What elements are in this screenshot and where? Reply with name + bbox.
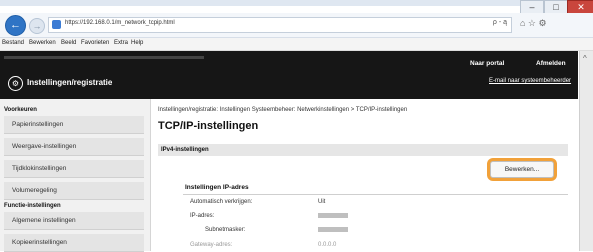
window-titlebar — [0, 0, 593, 6]
portal-link[interactable]: Naar portal — [470, 60, 504, 67]
minimize-button[interactable]: – — [520, 0, 544, 14]
sidebar-item-display[interactable]: Weergave-instellingen — [4, 138, 144, 156]
minimize-icon: – — [529, 2, 535, 12]
main-content: Instellingen/registratie: Instellingen S… — [158, 99, 576, 251]
menu-extra[interactable]: Extra — [114, 40, 128, 46]
sidebar-item-label: Volumeregeling — [12, 187, 57, 194]
menu-bar: Bestand Bewerken Beeld Favorieten Extra … — [0, 38, 593, 51]
row-label: Subnetmasker: — [205, 227, 246, 233]
sidebar-section-preferences: Voorkeuren — [4, 107, 37, 113]
scroll-up-icon[interactable]: ^ — [583, 54, 587, 63]
vertical-scrollbar[interactable]: ^ — [579, 51, 593, 251]
sidebar-item-general[interactable]: Algemene instellingen — [4, 212, 144, 230]
menu-favorieten[interactable]: Favorieten — [81, 40, 109, 46]
forward-button[interactable]: → — [29, 18, 45, 34]
section-header: IPv4-instellingen — [158, 144, 568, 156]
close-button[interactable]: ✕ — [567, 0, 593, 14]
subsection-title: Instellingen IP-adres — [185, 184, 249, 191]
row-value: Uit — [318, 199, 326, 205]
back-button[interactable]: ← — [5, 15, 26, 36]
sidebar: Voorkeuren Papierinstellingen Weergave-i… — [0, 99, 151, 252]
search-refresh-icons[interactable]: ρ - ą — [493, 19, 507, 26]
redacted-value — [318, 213, 348, 218]
sidebar-item-volume[interactable]: Volumeregeling — [4, 182, 144, 200]
menu-help[interactable]: Help — [131, 40, 143, 46]
section-title: IPv4-instellingen — [161, 147, 209, 153]
back-arrow-icon: ← — [10, 19, 21, 31]
edit-button[interactable]: Bewerken... — [490, 161, 554, 178]
page-title: TCP/IP-instellingen — [158, 120, 259, 132]
browser-navbar: ← → https://192.168.0.1/m_network_tcpip.… — [0, 13, 593, 38]
row-value: 0.0.0.0 — [318, 242, 337, 248]
app-header: ⚙ Instellingen/registratie Naar portal A… — [0, 51, 578, 99]
address-bar[interactable]: https://192.168.0.1/m_network_tcpip.html… — [48, 17, 512, 33]
row-label: Automatisch verkrijgen: — [190, 199, 253, 205]
email-admin-link[interactable]: E-mail naar systeembeheerder — [489, 78, 571, 84]
page-icon — [52, 20, 61, 29]
sidebar-item-paper[interactable]: Papierinstellingen — [4, 116, 144, 134]
menu-beeld[interactable]: Beeld — [61, 40, 76, 46]
menu-bestand[interactable]: Bestand — [2, 40, 24, 46]
close-icon: ✕ — [577, 2, 585, 12]
header-title: Instellingen/registratie — [27, 78, 113, 87]
sidebar-item-label: Kopieerinstellingen — [12, 239, 67, 246]
address-text: https://192.168.0.1/m_network_tcpip.html — [65, 20, 175, 26]
settings-icon: ⚙ — [8, 76, 23, 91]
maximize-button[interactable]: □ — [544, 0, 568, 14]
sidebar-item-label: Tijdklokinstellingen — [12, 165, 67, 172]
header-placeholder-bar — [4, 56, 204, 59]
row-label: Gateway-adres: — [190, 242, 233, 248]
row-label: IP-adres: — [190, 213, 215, 219]
logout-link[interactable]: Afmelden — [536, 60, 566, 67]
sidebar-item-copy[interactable]: Kopieerinstellingen — [4, 234, 144, 252]
divider — [183, 194, 568, 195]
redacted-value — [318, 227, 348, 232]
sidebar-item-label: Weergave-instellingen — [12, 143, 77, 150]
sidebar-item-label: Papierinstellingen — [12, 121, 64, 128]
menu-bewerken[interactable]: Bewerken — [29, 40, 56, 46]
subnet-value — [318, 227, 348, 233]
toolbar-icons[interactable]: ⌂ ☆ ⚙ — [520, 18, 547, 29]
breadcrumb: Instellingen/registratie: Instellingen S… — [158, 107, 408, 113]
sidebar-item-label: Algemene instellingen — [12, 217, 76, 224]
ip-address-value — [318, 213, 348, 219]
sidebar-item-clock[interactable]: Tijdklokinstellingen — [4, 160, 144, 178]
maximize-icon: □ — [553, 2, 559, 12]
forward-arrow-icon: → — [32, 21, 42, 31]
sidebar-section-function: Functie-instellingen — [4, 203, 61, 209]
